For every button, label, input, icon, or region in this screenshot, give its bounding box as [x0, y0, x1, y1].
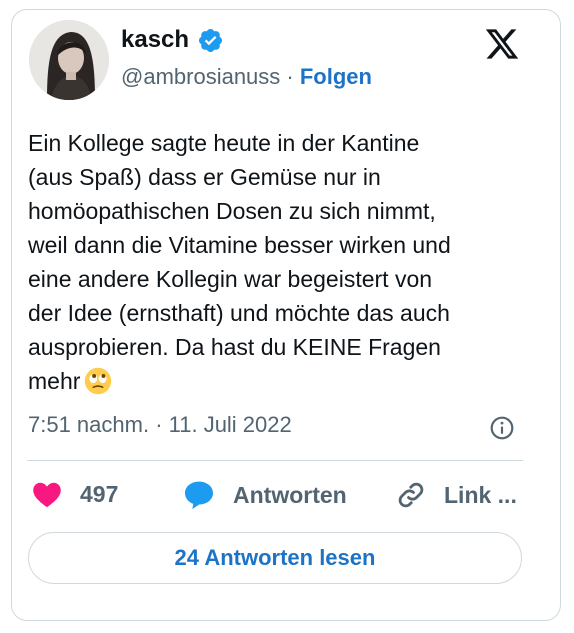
speech-bubble-icon [185, 481, 213, 509]
follow-button[interactable]: Folgen [300, 64, 372, 89]
handle-separator: · [280, 64, 300, 89]
link-label: Link ... [444, 481, 517, 508]
face-with-rolling-eyes-icon [85, 367, 112, 395]
reply-label: Antworten [233, 481, 347, 508]
reply-button[interactable]: Antworten [183, 480, 347, 510]
verified-badge-icon [199, 28, 223, 52]
author-handle-row: @ambrosianuss · Folgen [121, 64, 372, 90]
heart-icon [33, 482, 61, 508]
info-icon[interactable] [489, 415, 515, 441]
author-name-row: kasch [121, 26, 224, 54]
tweet-text-block: Ein Kollege sagte heute in der Kantine (… [28, 126, 528, 398]
tweet-text: Ein Kollege sagte heute in der Kantine (… [28, 130, 451, 394]
x-logo-icon[interactable] [484, 26, 520, 62]
link-icon [398, 482, 424, 508]
read-replies-button[interactable]: 24 Antworten lesen [28, 532, 522, 584]
avatar[interactable] [29, 20, 109, 100]
avatar-image [29, 20, 109, 100]
divider [27, 460, 523, 461]
read-replies-label: 24 Antworten lesen [174, 545, 376, 570]
author-handle[interactable]: @ambrosianuss [121, 64, 280, 89]
copy-link-button[interactable]: Link ... [396, 480, 517, 510]
action-bar: 497 Antworten Link ... [28, 480, 528, 520]
like-button[interactable]: 497 [32, 480, 118, 508]
tweet-timestamp[interactable]: 7:51 nachm. · 11. Juli 2022 [28, 412, 292, 438]
author-name[interactable]: kasch [121, 26, 189, 54]
like-count: 497 [80, 480, 119, 507]
